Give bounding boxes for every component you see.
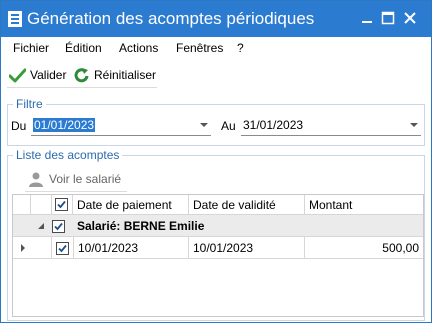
reset-label: Réinitialiser xyxy=(94,68,157,82)
group-row[interactable]: Salarié: BERNE Emilie xyxy=(13,215,423,237)
validate-button[interactable]: Valider xyxy=(9,65,66,85)
chevron-down-icon[interactable] xyxy=(200,123,208,127)
maximize-icon[interactable] xyxy=(380,10,396,26)
view-employee-button[interactable]: Voir le salarié xyxy=(28,169,121,189)
toolbar-separator xyxy=(7,87,157,88)
select-all-checkbox[interactable] xyxy=(55,198,68,211)
filter-group-title: Filtre xyxy=(13,97,46,111)
checkmark-icon xyxy=(9,68,26,82)
payment-date-cell[interactable]: 10/01/2023 xyxy=(73,237,189,259)
menu-edition[interactable]: Édition xyxy=(65,41,102,55)
chevron-down-icon[interactable] xyxy=(410,123,418,127)
checkmark-icon xyxy=(57,200,66,209)
header-indicator-cell xyxy=(13,195,31,215)
header-expand-cell xyxy=(31,195,52,215)
close-icon[interactable] xyxy=(402,10,418,26)
menu-bar: Fichier Édition Actions Fenêtres ? xyxy=(1,38,431,59)
group-checkbox[interactable] xyxy=(52,220,65,233)
header-checkbox-cell xyxy=(52,195,73,215)
payment-date-value: 10/01/2023 xyxy=(78,241,139,255)
validity-date-value: 10/01/2023 xyxy=(193,241,254,255)
refresh-icon xyxy=(74,68,89,83)
table-row[interactable]: 10/01/2023 10/01/2023 500,00 xyxy=(13,237,423,259)
from-date-field[interactable]: 01/01/2023 xyxy=(31,116,211,136)
row-checkbox[interactable] xyxy=(56,242,69,255)
window-title: Génération des acomptes périodiques xyxy=(27,9,315,28)
checkmark-icon xyxy=(54,222,63,231)
user-icon xyxy=(29,172,43,187)
column-header-amount[interactable]: Montant xyxy=(305,195,423,215)
column-header-payment-date[interactable]: Date de paiement xyxy=(73,195,189,215)
payments-grid: Date de paiement Date de validité Montan… xyxy=(12,194,424,317)
menu-fichier[interactable]: Fichier xyxy=(13,41,49,55)
to-label: Au xyxy=(221,119,236,133)
menu-fenetres[interactable]: Fenêtres xyxy=(176,41,223,55)
minimize-icon[interactable] xyxy=(359,10,375,26)
list-toolbar-separator xyxy=(25,191,127,192)
row-indicator-icon xyxy=(21,244,25,252)
reset-button[interactable]: Réinitialiser xyxy=(74,65,156,85)
list-group-title: Liste des acomptes xyxy=(13,148,123,162)
amount-cell[interactable]: 500,00 xyxy=(305,237,423,259)
toolbar: Valider Réinitialiser xyxy=(1,61,431,89)
to-date-value: 31/01/2023 xyxy=(243,118,304,132)
validity-date-cell[interactable]: 10/01/2023 xyxy=(189,237,305,259)
checkmark-icon xyxy=(58,244,67,253)
from-date-value: 01/01/2023 xyxy=(33,118,96,132)
validate-label: Valider xyxy=(30,68,67,82)
collapse-triangle-icon[interactable] xyxy=(37,222,45,230)
to-date-field[interactable]: 31/01/2023 xyxy=(241,116,421,136)
view-employee-label: Voir le salarié xyxy=(49,172,122,186)
title-bar: Génération des acomptes périodiques xyxy=(1,1,431,37)
form-icon xyxy=(8,11,22,27)
menu-help[interactable]: ? xyxy=(237,41,244,55)
from-label: Du xyxy=(11,119,27,133)
column-header-validity-date[interactable]: Date de validité xyxy=(189,195,305,215)
menu-actions[interactable]: Actions xyxy=(119,41,158,55)
amount-value: 500,00 xyxy=(382,241,419,255)
group-row-label: Salarié: BERNE Emilie xyxy=(77,219,205,233)
window: Génération des acomptes périodiques Fich… xyxy=(0,0,432,323)
row-indent-cell xyxy=(31,237,52,259)
